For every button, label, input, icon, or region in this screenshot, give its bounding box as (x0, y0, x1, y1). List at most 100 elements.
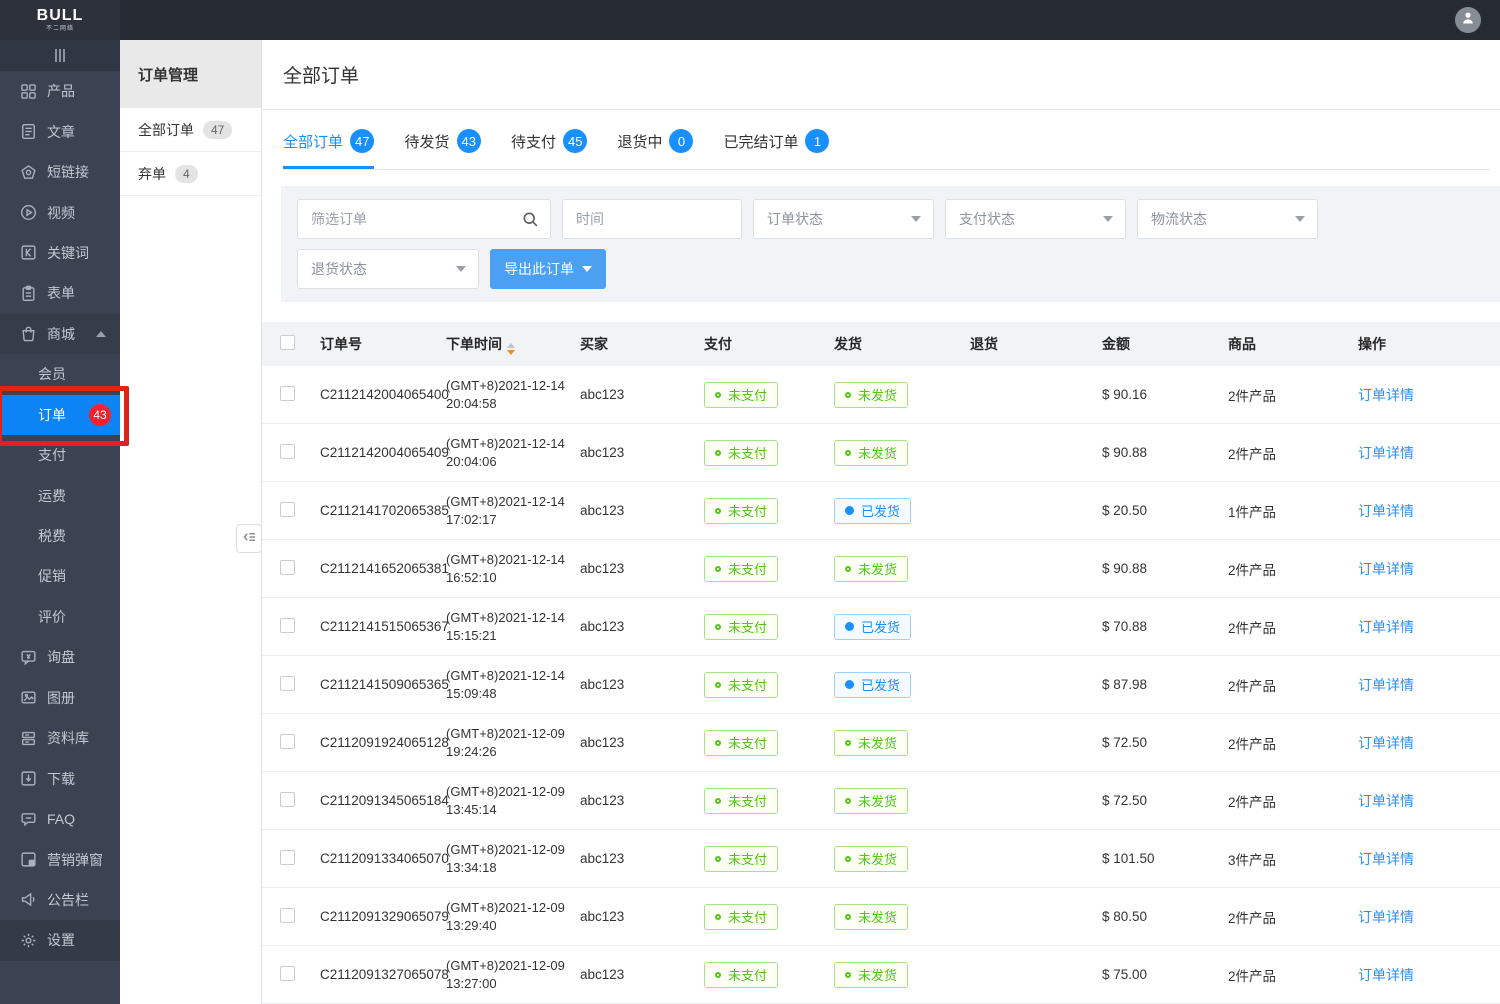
row-checkbox[interactable] (280, 444, 295, 459)
sidebar-item-mall[interactable]: 商城 (0, 314, 120, 354)
sidebar-item-keywords[interactable]: 关键词 (0, 233, 120, 273)
table-row: C2112141509065365(GMT+8)2021-12-1415:09:… (262, 656, 1500, 714)
tab-all-orders[interactable]: 全部订单47 (283, 129, 374, 169)
order-detail-link[interactable]: 订单详情 (1358, 445, 1414, 461)
logistics-status-select[interactable]: 物流状态 (1137, 199, 1318, 239)
order-amount: $ 20.50 (1094, 503, 1220, 518)
row-checkbox[interactable] (280, 908, 295, 923)
order-detail-link[interactable]: 订单详情 (1358, 851, 1414, 867)
sidebar-item-payment[interactable]: 支付 (0, 435, 120, 475)
sidebar-item-orders[interactable]: 订单43 (0, 395, 120, 435)
status-dot-icon (845, 740, 851, 746)
sidebar-item-faq[interactable]: FAQ (0, 799, 120, 839)
subsidebar-item-label: 弃单 (138, 164, 166, 184)
inquiry-icon (20, 649, 37, 666)
sort-icon[interactable] (507, 343, 515, 355)
row-checkbox[interactable] (280, 560, 295, 575)
payment-status-cell: 未支付 (696, 498, 826, 524)
table-row: C2112141652065381(GMT+8)2021-12-1416:52:… (262, 540, 1500, 598)
orders-count-badge: 43 (89, 404, 111, 426)
order-detail-cell: 订单详情 (1350, 965, 1500, 985)
order-detail-link[interactable]: 订单详情 (1358, 387, 1414, 403)
order-time: (GMT+8)2021-12-1415:15:21 (438, 609, 572, 645)
product-count: 1件产品 (1220, 501, 1350, 521)
sidebar-item-marketing-popup[interactable]: 营销弹窗 (0, 839, 120, 879)
product-count: 2件产品 (1220, 443, 1350, 463)
order-detail-link[interactable]: 订单详情 (1358, 677, 1414, 693)
subsidebar-item-all-orders[interactable]: 全部订单47 (120, 108, 261, 152)
payment-status-badge: 未支付 (704, 730, 778, 756)
tab-returning[interactable]: 退货中0 (617, 129, 693, 169)
sidebar-item-download[interactable]: 下载 (0, 758, 120, 798)
sidebar-item-members[interactable]: 会员 (0, 354, 120, 394)
export-orders-button[interactable]: 导出此订单 (490, 249, 606, 289)
sidebar-item-announcements[interactable]: 公告栏 (0, 880, 120, 920)
buyer: abc123 (572, 967, 696, 982)
sidebar-item-products[interactable]: 产品 (0, 71, 120, 111)
row-checkbox[interactable] (280, 676, 295, 691)
panel-collapse-button[interactable] (236, 524, 262, 553)
payment-status-cell: 未支付 (696, 382, 826, 408)
column-header: 发货 (826, 334, 962, 354)
time-input[interactable] (563, 200, 741, 238)
sidebar-item-video[interactable]: 视频 (0, 192, 120, 232)
tab-label: 待支付 (511, 131, 556, 152)
payment-status-badge: 未支付 (704, 846, 778, 872)
sidebar-item-settings[interactable]: 设置 (0, 920, 120, 960)
row-checkbox[interactable] (280, 792, 295, 807)
order-status-select[interactable]: 订单状态 (753, 199, 934, 239)
sidebar-item-library[interactable]: 资料库 (0, 718, 120, 758)
order-number: C2112141652065381 (312, 561, 438, 576)
sidebar-item-reviews[interactable]: 评价 (0, 597, 120, 637)
order-detail-link[interactable]: 订单详情 (1358, 909, 1414, 925)
keyword-icon (20, 244, 37, 261)
user-avatar[interactable] (1455, 7, 1481, 33)
order-detail-link[interactable]: 订单详情 (1358, 967, 1414, 983)
sidebar-item-tax[interactable]: 税费 (0, 516, 120, 556)
row-checkbox-cell (262, 444, 312, 462)
sidebar-collapse-toggle[interactable] (0, 40, 120, 71)
sidebar-item-label: 下载 (47, 769, 75, 789)
sidebar-item-label: 评价 (38, 607, 66, 627)
payment-status-cell: 未支付 (696, 962, 826, 988)
payment-status-select[interactable]: 支付状态 (945, 199, 1126, 239)
sidebar-item-shortlink[interactable]: 短链接 (0, 152, 120, 192)
order-detail-link[interactable]: 订单详情 (1358, 793, 1414, 809)
row-checkbox[interactable] (280, 618, 295, 633)
form-icon (20, 285, 37, 302)
order-time: (GMT+8)2021-12-0913:29:40 (438, 899, 572, 935)
row-checkbox[interactable] (280, 966, 295, 981)
sidebar-item-articles[interactable]: 文章 (0, 111, 120, 151)
order-detail-link[interactable]: 订单详情 (1358, 735, 1414, 751)
sidebar-item-inquiry[interactable]: 询盘 (0, 637, 120, 677)
shipping-status-badge: 未发货 (834, 788, 908, 814)
product-count: 2件产品 (1220, 617, 1350, 637)
row-checkbox[interactable] (280, 850, 295, 865)
row-checkbox[interactable] (280, 386, 295, 401)
order-detail-link[interactable]: 订单详情 (1358, 503, 1414, 519)
row-checkbox[interactable] (280, 734, 295, 749)
buyer: abc123 (572, 677, 696, 692)
tab-to-ship[interactable]: 待发货43 (404, 129, 480, 169)
table-row: C2112091924065128(GMT+8)2021-12-0919:24:… (262, 714, 1500, 772)
row-checkbox-cell (262, 618, 312, 636)
sidebar-item-albums[interactable]: 图册 (0, 678, 120, 718)
column-header: 操作 (1350, 334, 1500, 354)
payment-status-cell: 未支付 (696, 440, 826, 466)
order-detail-link[interactable]: 订单详情 (1358, 561, 1414, 577)
row-checkbox[interactable] (280, 502, 295, 517)
row-checkbox-cell (262, 560, 312, 578)
sidebar-item-label: 会员 (38, 364, 66, 384)
search-input[interactable] (298, 200, 550, 238)
sidebar-item-forms[interactable]: 表单 (0, 273, 120, 313)
download-icon (20, 770, 37, 787)
tab-to-pay[interactable]: 待支付45 (511, 129, 587, 169)
subsidebar-item-abandoned-orders[interactable]: 弃单4 (120, 152, 261, 196)
tab-completed-orders[interactable]: 已完结订单1 (723, 129, 829, 169)
status-dot-icon (715, 508, 721, 514)
return-status-select[interactable]: 退货状态 (297, 249, 479, 289)
sidebar-item-shipping[interactable]: 运费 (0, 475, 120, 515)
sidebar-item-promotion[interactable]: 促销 (0, 556, 120, 596)
order-detail-link[interactable]: 订单详情 (1358, 619, 1414, 635)
select-all-checkbox[interactable] (280, 335, 295, 350)
